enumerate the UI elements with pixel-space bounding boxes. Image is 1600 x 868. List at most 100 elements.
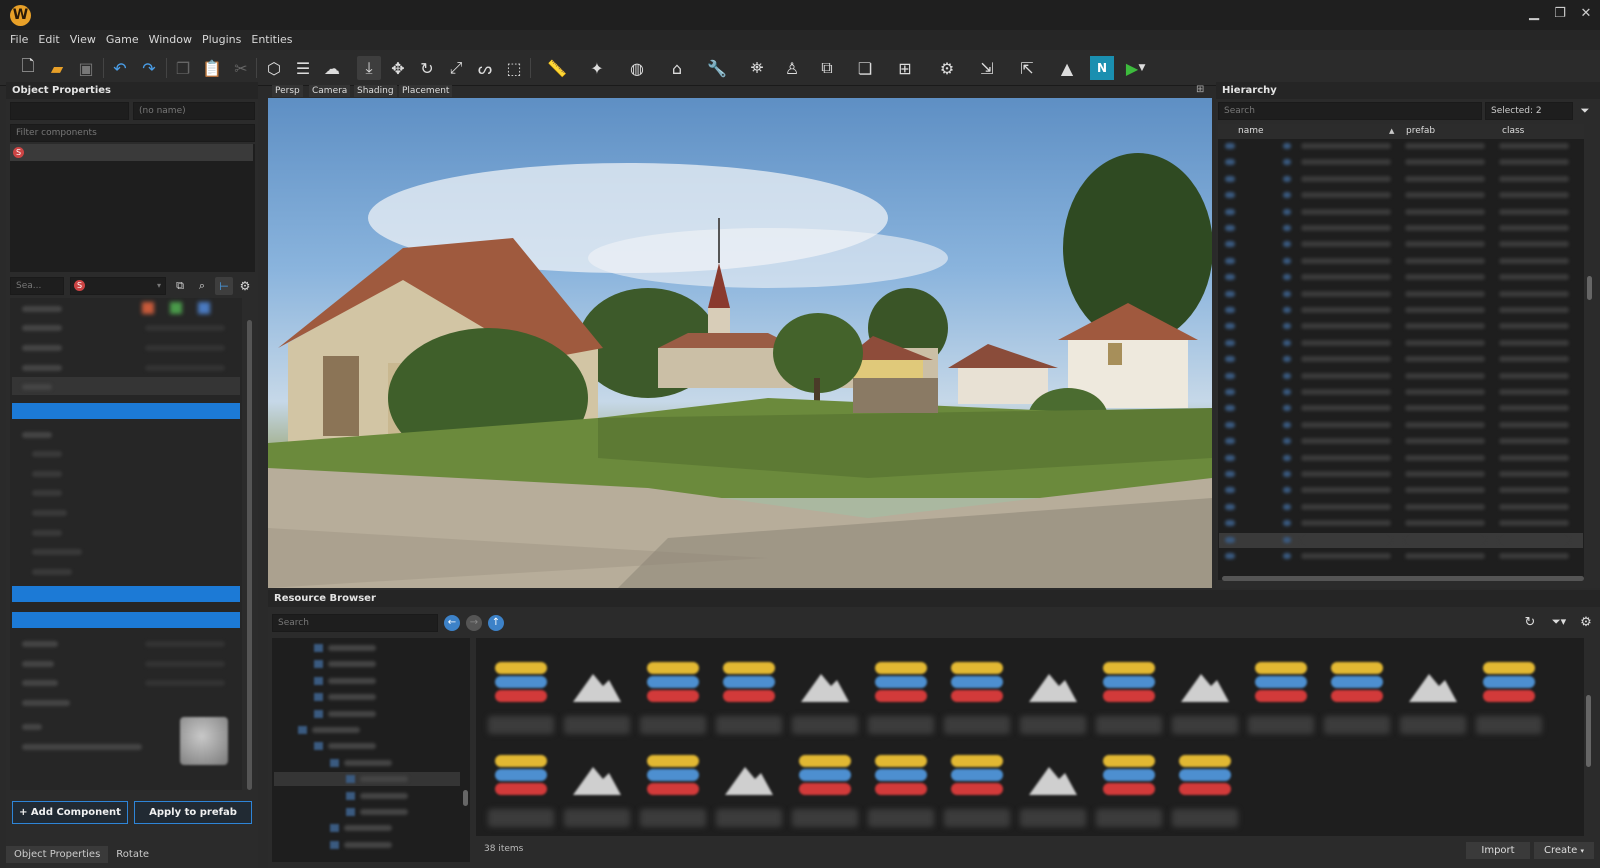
create-button[interactable]: Create ▾ <box>1534 842 1594 859</box>
forward-icon[interactable]: → <box>466 615 482 631</box>
hierarchy-row[interactable] <box>1219 139 1583 154</box>
add-component-button[interactable]: + Add Component <box>12 801 128 824</box>
folder-tree-item[interactable] <box>274 756 460 770</box>
image-asset-thumbnail[interactable] <box>714 753 784 839</box>
material-asset-thumbnail[interactable] <box>942 660 1012 746</box>
hierarchy-row[interactable] <box>1219 500 1583 515</box>
hierarchy-row[interactable] <box>1219 434 1583 449</box>
object-name-field[interactable]: (no name) <box>133 102 255 120</box>
material-asset-thumbnail[interactable] <box>1246 660 1316 746</box>
select-box-icon[interactable]: ⬚ <box>502 56 526 80</box>
menu-view[interactable]: View <box>70 30 96 50</box>
menu-entities[interactable]: Entities <box>251 30 292 50</box>
rotate-icon[interactable]: ↻ <box>415 56 439 80</box>
hierarchy-hscrollbar[interactable] <box>1222 576 1584 581</box>
viewport-tab-camera[interactable]: Camera <box>309 85 351 97</box>
wrench-icon[interactable]: 🔧 <box>705 56 729 80</box>
character-icon[interactable]: ♙ <box>780 56 804 80</box>
hierarchy-row[interactable] <box>1219 401 1583 416</box>
hierarchy-row[interactable] <box>1219 336 1583 351</box>
hierarchy-row[interactable] <box>1219 254 1583 269</box>
image-asset-thumbnail[interactable] <box>1398 660 1468 746</box>
image-asset-thumbnail[interactable] <box>790 660 860 746</box>
prefab-icon[interactable]: ❏ <box>853 56 877 80</box>
undo-icon[interactable]: ↶ <box>108 56 132 80</box>
hierarchy-row[interactable] <box>1219 516 1583 531</box>
folder-tree-item[interactable] <box>274 641 460 655</box>
measure-icon[interactable]: 📏 <box>545 56 569 80</box>
magic-wand-icon[interactable]: ✦ <box>585 56 609 80</box>
restore-icon[interactable]: ❐ <box>1552 6 1568 21</box>
paste-icon[interactable]: 📋 <box>200 56 224 80</box>
hierarchy-row[interactable] <box>1219 385 1583 400</box>
image-asset-thumbnail[interactable] <box>562 660 632 746</box>
folder-tree-item[interactable] <box>274 789 460 803</box>
section-header-general[interactable] <box>12 403 240 419</box>
hierarchy-search-input[interactable]: Search <box>1218 102 1482 120</box>
image-asset-thumbnail[interactable] <box>1018 753 1088 839</box>
settings-gears-icon[interactable]: ⚙ <box>935 56 959 80</box>
section-header-streamed[interactable] <box>12 612 240 628</box>
minimize-icon[interactable]: ▁ <box>1526 6 1542 21</box>
layers-icon[interactable]: ☰ <box>291 56 315 80</box>
section-header-script[interactable] <box>12 586 240 602</box>
resource-search-input[interactable]: Search <box>272 614 438 632</box>
material-asset-thumbnail[interactable] <box>638 753 708 839</box>
open-external-icon[interactable]: ⧉ <box>171 277 189 295</box>
hierarchy-row[interactable] <box>1219 303 1583 318</box>
navmesh-icon[interactable]: N <box>1090 56 1114 80</box>
terrain-place-icon[interactable]: ⤓ <box>357 56 381 80</box>
hierarchy-row[interactable] <box>1219 467 1583 482</box>
hierarchy-icon[interactable]: ⊞ <box>893 56 917 80</box>
viewport-tab-persp[interactable]: Persp <box>272 85 303 97</box>
hierarchy-row[interactable] <box>1219 172 1583 187</box>
object-type-field[interactable] <box>10 102 129 120</box>
material-asset-thumbnail[interactable] <box>486 753 556 839</box>
menu-game[interactable]: Game <box>106 30 139 50</box>
cut-icon[interactable]: ✂ <box>229 56 253 80</box>
material-asset-thumbnail[interactable] <box>638 660 708 746</box>
viewport-tab-placement[interactable]: Placement <box>399 85 453 97</box>
viewport-grid-icon[interactable]: ⊞ <box>1196 84 1204 95</box>
hierarchy-row[interactable] <box>1219 483 1583 498</box>
hierarchy-row[interactable] <box>1219 451 1583 466</box>
gear-icon[interactable]: ⚙ <box>236 277 254 295</box>
gear-icon[interactable]: ⚙ <box>1576 612 1596 632</box>
folder-tree-item[interactable] <box>274 674 460 688</box>
back-icon[interactable]: ← <box>444 615 460 631</box>
folder-tree-item[interactable] <box>274 739 460 753</box>
component-dropdown[interactable]: S ▾ <box>70 277 166 295</box>
hierarchy-row[interactable] <box>1219 532 1583 548</box>
menu-edit[interactable]: Edit <box>38 30 59 50</box>
folder-tree-item[interactable] <box>274 821 460 835</box>
tab-rotate[interactable]: Rotate <box>108 846 157 863</box>
globe-icon[interactable]: ◍ <box>625 56 649 80</box>
folder-tree-item[interactable] <box>274 838 460 852</box>
image-asset-thumbnail[interactable] <box>562 753 632 839</box>
column-prefab[interactable]: prefab <box>1406 124 1502 139</box>
map-icon[interactable]: ⛯ <box>745 56 769 80</box>
folder-tree-item[interactable] <box>274 772 460 787</box>
folder-tree-scrollbar[interactable] <box>463 790 468 806</box>
move-icon[interactable]: ✥ <box>386 56 410 80</box>
material-asset-thumbnail[interactable] <box>1094 660 1164 746</box>
spline-icon[interactable]: ᔕ <box>473 56 497 80</box>
hierarchy-row[interactable] <box>1219 418 1583 433</box>
hierarchy-row[interactable] <box>1219 369 1583 384</box>
import-icon[interactable]: ⇲ <box>975 56 999 80</box>
search-icon[interactable]: ⌕ <box>193 277 211 295</box>
viewport-tab-shading[interactable]: Shading <box>354 85 397 97</box>
weather-icon[interactable]: ☁ <box>320 56 344 80</box>
hierarchy-row[interactable] <box>1219 270 1583 285</box>
hierarchy-row[interactable] <box>1219 287 1583 302</box>
refresh-icon[interactable]: ↻ <box>1520 612 1540 632</box>
hierarchy-row[interactable] <box>1219 155 1583 170</box>
gamepad-icon[interactable]: ⌂ <box>665 56 689 80</box>
open-folder-icon[interactable]: ▰ <box>45 56 69 80</box>
tab-object-properties[interactable]: Object Properties <box>6 846 109 863</box>
column-class[interactable]: class <box>1502 124 1582 139</box>
column-name[interactable]: name <box>1238 124 1406 139</box>
material-asset-thumbnail[interactable] <box>866 753 936 839</box>
hierarchy-row[interactable] <box>1219 221 1583 236</box>
folder-tree-item[interactable] <box>274 657 460 671</box>
